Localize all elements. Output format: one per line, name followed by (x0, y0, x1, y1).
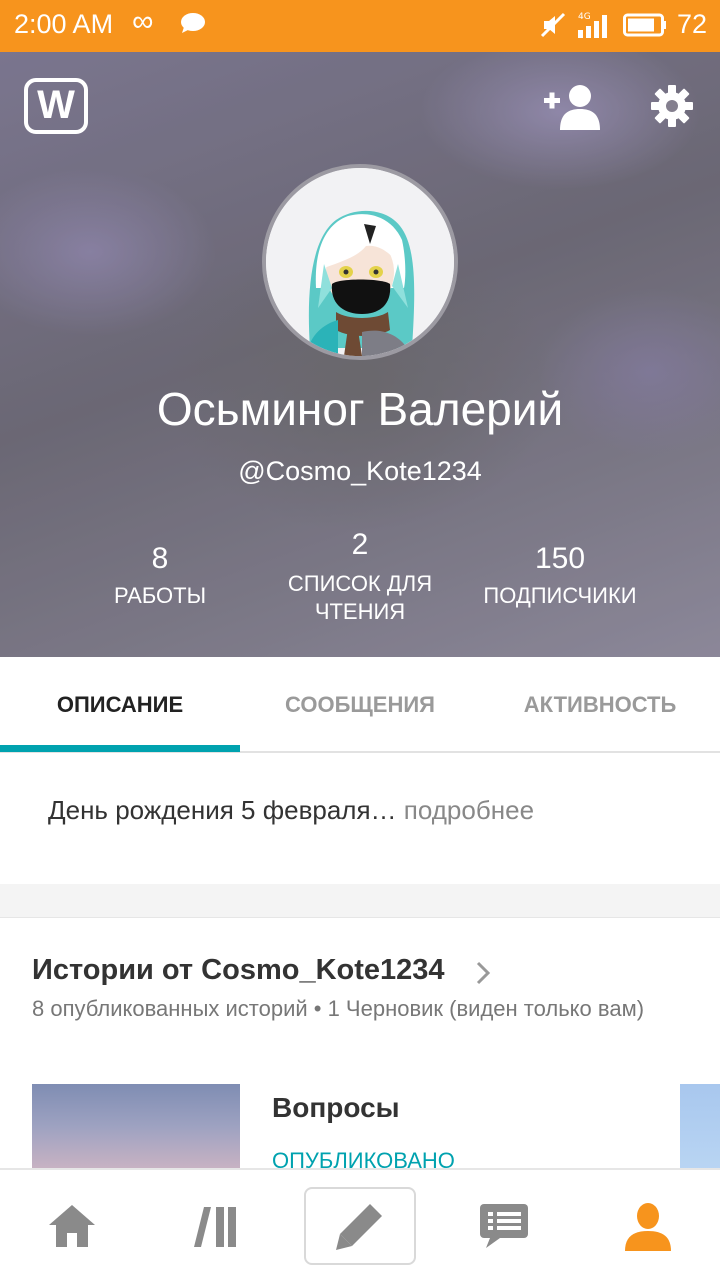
active-tab-indicator (0, 745, 240, 752)
section-divider (0, 884, 720, 918)
reading-lists-label-line1: СПИСОК ДЛЯ (287, 571, 433, 596)
followers-label: ПОДПИСЧИКИ (483, 583, 637, 608)
follow-user-icon[interactable] (544, 84, 602, 130)
status-bar: 2:00 AM ∞ 4G 72 (0, 0, 720, 52)
reading-lists-label-line2: ЧТЕНИЯ (314, 599, 406, 624)
bottom-navigation (0, 1168, 720, 1280)
stat-followers[interactable]: 150 ПОДПИСЧИКИ (460, 542, 660, 610)
profile-header: W Осьминог Валерий @Cosmo_Kote1234 8 РАБ… (0, 52, 720, 657)
profile-tabs: ОПИСАНИЕ СООБЩЕНИЯ АКТИВНОСТЬ (0, 657, 720, 753)
battery-icon (623, 13, 666, 37)
messages-icon (480, 1204, 528, 1248)
svg-text:4G: 4G (578, 12, 591, 22)
story-cover[interactable] (32, 1084, 240, 1170)
library-icon (194, 1207, 236, 1247)
status-time: 2:00 AM (14, 9, 114, 39)
nav-library[interactable] (144, 1170, 288, 1280)
next-story-cover[interactable] (680, 1084, 720, 1170)
signal-icon: 4G (578, 12, 607, 38)
app-logo-icon[interactable]: W (24, 78, 88, 134)
gear-icon[interactable] (650, 84, 694, 128)
avatar[interactable] (262, 164, 458, 360)
works-count: 8 (151, 542, 169, 575)
infinity-icon: ∞ (132, 5, 154, 38)
followers-count: 150 (534, 542, 586, 575)
description: День рождения 5 февраля… подробнее (48, 795, 534, 826)
write-icon (336, 1204, 382, 1250)
works-label: РАБОТЫ (113, 583, 207, 608)
username: @Cosmo_Kote1234 (238, 456, 482, 486)
chevron-right-icon[interactable] (474, 960, 492, 986)
stat-works[interactable]: 8 РАБОТЫ (80, 542, 240, 610)
mute-icon (540, 12, 566, 38)
profile-icon (625, 1203, 671, 1251)
chat-notification-icon (181, 13, 205, 33)
read-more-link[interactable]: подробнее (404, 795, 534, 825)
tab-activity[interactable]: АКТИВНОСТЬ (480, 657, 720, 753)
story-title[interactable]: Вопросы (272, 1092, 400, 1124)
stories-subtitle: 8 опубликованных историй • 1 Черновик (в… (32, 996, 645, 1021)
home-icon (49, 1205, 95, 1247)
tab-messages[interactable]: СООБЩЕНИЯ (240, 657, 480, 753)
reading-lists-count: 2 (351, 528, 369, 561)
nav-home[interactable] (0, 1170, 144, 1280)
avatar-image (266, 168, 454, 356)
display-name: Осьминог Валерий (156, 383, 564, 435)
stories-section-title[interactable]: Истории от Cosmo_Kote1234 (32, 954, 445, 987)
nav-profile[interactable] (576, 1170, 720, 1280)
stat-reading-lists[interactable]: 2 СПИСОК ДЛЯ ЧТЕНИЯ (270, 528, 450, 626)
tab-description[interactable]: ОПИСАНИЕ (0, 657, 240, 753)
nav-write[interactable] (288, 1170, 432, 1280)
battery-level: 72 (677, 9, 708, 39)
description-text: День рождения 5 февраля… (48, 795, 397, 825)
nav-messages[interactable] (432, 1170, 576, 1280)
